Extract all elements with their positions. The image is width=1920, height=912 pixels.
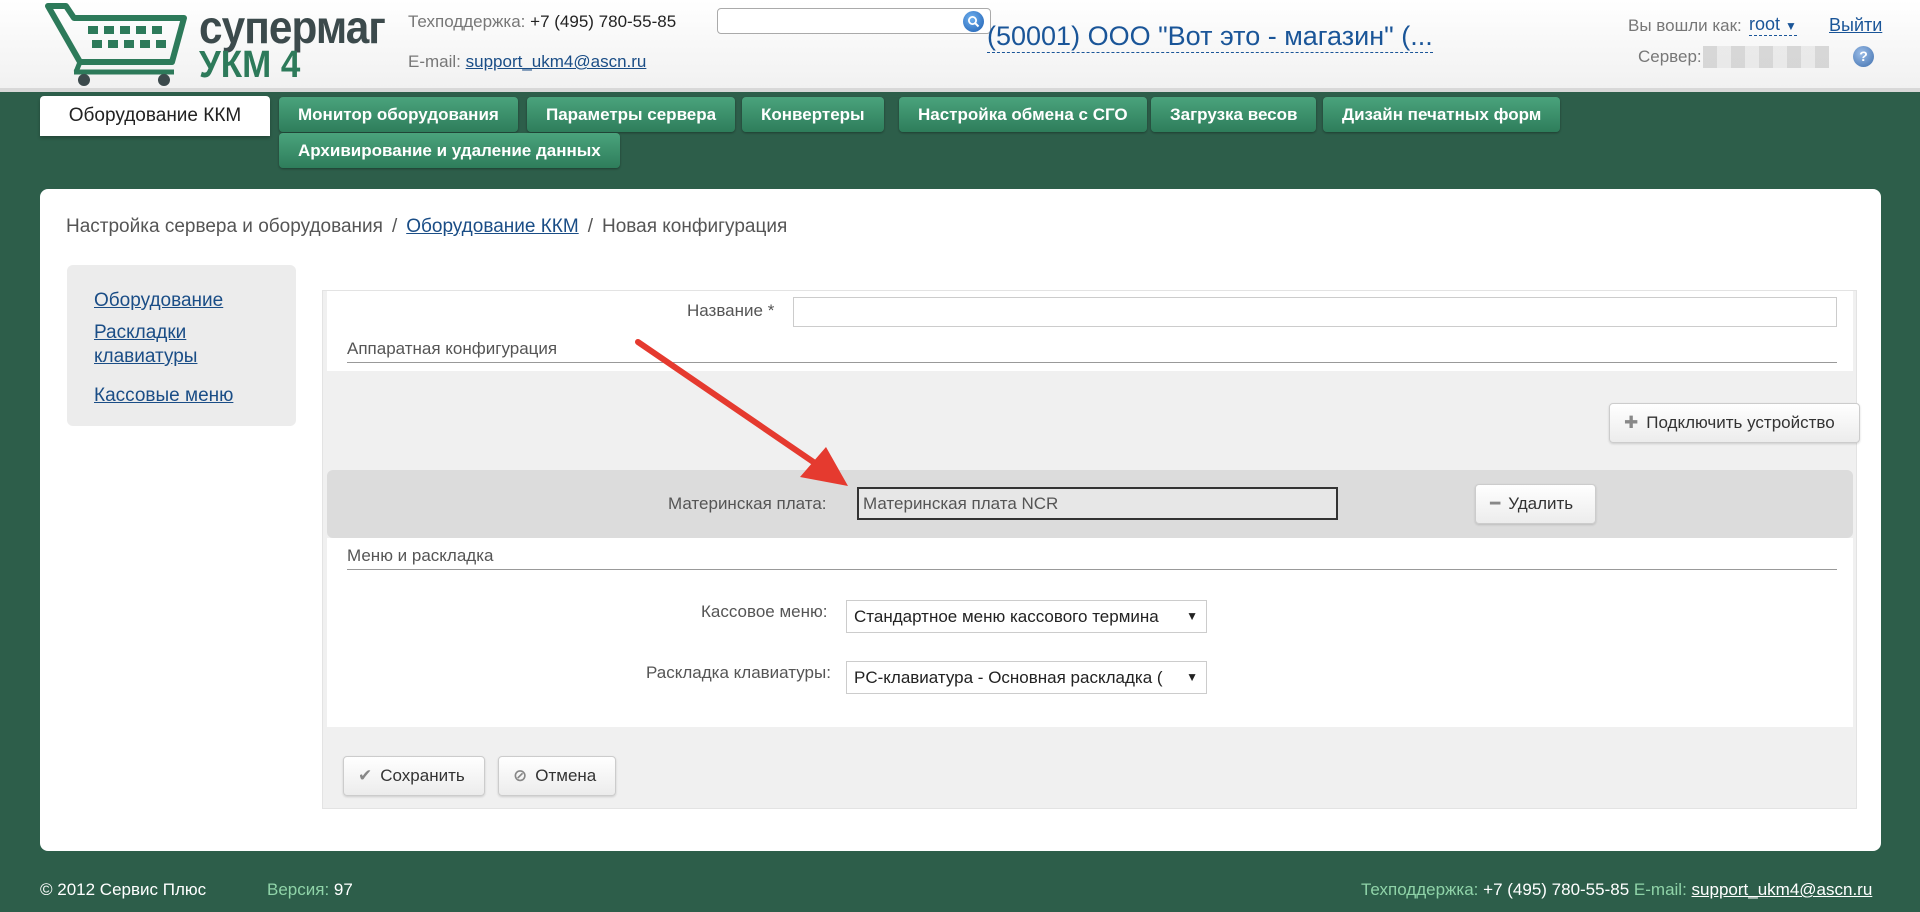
support-phone: Техподдержка: +7 (495) 780-55-85 <box>408 12 676 32</box>
footer-support-phone: +7 (495) 780-55-85 <box>1483 880 1630 899</box>
device-field[interactable]: Материнская плата NCR <box>857 487 1338 520</box>
cash-menu-value: Стандартное меню кассового термина <box>854 607 1159 626</box>
menu-section-title: Меню и раскладка <box>347 546 1837 570</box>
delete-device-button[interactable]: ━ Удалить <box>1475 484 1596 524</box>
sidebar: Оборудование Раскладки клавиатуры Кассов… <box>67 265 296 426</box>
device-row: Материнская плата: Материнская плата NCR… <box>327 470 1853 538</box>
name-input[interactable] <box>793 297 1837 327</box>
footer-support-label: Техподдержка: <box>1361 880 1479 899</box>
keyboard-label: Раскладка клавиатуры: <box>646 663 831 682</box>
footer-email-link[interactable]: support_ukm4@ascn.ru <box>1692 880 1873 899</box>
form-top-area: Название * Аппаратная конфигурация <box>327 291 1853 371</box>
name-label: Название * <box>687 301 775 320</box>
footer-email-label: E-mail: <box>1633 880 1687 899</box>
breadcrumb-separator: / <box>587 216 593 237</box>
tab-server-params[interactable]: Параметры сервера <box>527 97 736 132</box>
save-button[interactable]: ✔ Сохранить <box>343 756 485 796</box>
triangle-down-icon: ▼ <box>1785 19 1797 33</box>
cancel-button[interactable]: ⊘ Отмена <box>498 756 616 796</box>
breadcrumb-root: Настройка сервера и оборудования <box>66 216 383 237</box>
tab-sgo-exchange[interactable]: Настройка обмена с СГО <box>899 97 1147 132</box>
logout-link[interactable]: Выйти <box>1829 15 1882 36</box>
user-name: root <box>1749 14 1781 34</box>
triangle-down-icon: ▼ <box>1182 601 1198 632</box>
config-form: Название * Аппаратная конфигурация ✚ Под… <box>322 290 1860 809</box>
plus-icon: ✚ <box>1624 413 1639 432</box>
search-icon[interactable] <box>963 11 984 32</box>
breadcrumb: Настройка сервера и оборудования / Оборудо… <box>66 216 787 238</box>
header: супермаг УКМ 4 Техподдержка: +7 (495) 78… <box>0 0 1920 92</box>
user-menu[interactable]: root ▼ <box>1749 14 1797 36</box>
footer-copyright: © 2012 Сервис Плюс <box>40 880 206 900</box>
tab-print-design[interactable]: Дизайн печатных форм <box>1323 97 1561 132</box>
hw-section-title: Аппаратная конфигурация <box>347 339 1837 363</box>
menu-layout-area: Меню и раскладка Кассовое меню: Стандарт… <box>327 538 1853 727</box>
keyboard-select[interactable]: PC-клавиатура - Основная раскладка ( ▼ <box>846 661 1207 694</box>
connect-device-button[interactable]: ✚ Подключить устройство <box>1609 403 1860 443</box>
delete-label: Удалить <box>1508 494 1574 513</box>
breadcrumb-separator: / <box>391 216 398 237</box>
footer-support: Техподдержка: +7 (495) 780-55-85 E-mail:… <box>1361 880 1872 900</box>
email-label: E-mail: <box>408 52 461 71</box>
cash-menu-label: Кассовое меню: <box>701 602 828 621</box>
server-label: Сервер: <box>1638 47 1702 66</box>
logo[interactable]: супермаг УКМ 4 <box>44 0 386 88</box>
save-label: Сохранить <box>380 766 465 785</box>
support-email: E-mail: support_ukm4@ascn.ru <box>408 52 646 72</box>
tab-equipment-monitor[interactable]: Монитор оборудования <box>279 97 518 132</box>
triangle-down-icon: ▼ <box>1182 662 1198 693</box>
question-icon[interactable]: ? <box>1853 46 1874 67</box>
sidebar-item-cash-menus[interactable]: Кассовые меню <box>94 384 233 408</box>
cash-menu-select[interactable]: Стандартное меню кассового термина ▼ <box>846 600 1207 633</box>
breadcrumb-link-equipment[interactable]: Оборудование ККМ <box>406 216 578 237</box>
logo-subtitle: УКМ 4 <box>199 44 301 86</box>
tab-converters[interactable]: Конвертеры <box>742 97 884 132</box>
cart-icon <box>45 3 187 86</box>
search-input[interactable] <box>717 8 991 34</box>
tab-scales-upload[interactable]: Загрузка весов <box>1151 97 1317 132</box>
check-icon: ✔ <box>358 766 373 785</box>
tab-archive-delete[interactable]: Архивирование и удаление данных <box>279 133 620 168</box>
device-label: Материнская плата: <box>668 494 827 513</box>
main-panel: Настройка сервера и оборудования / Оборудо… <box>40 189 1881 851</box>
minus-icon: ━ <box>1490 494 1501 513</box>
support-phone-value: +7 (495) 780-55-85 <box>530 12 677 31</box>
version-value: 97 <box>333 880 353 899</box>
keyboard-value: PC-клавиатура - Основная раскладка ( <box>854 668 1163 687</box>
sidebar-item-equipment[interactable]: Оборудование <box>94 289 223 313</box>
server-name-redacted <box>1703 46 1829 68</box>
login-label: Вы вошли как: <box>1628 16 1742 35</box>
tab-equipment-kkm[interactable]: Оборудование ККМ <box>40 96 270 136</box>
version-label: Версия: <box>267 880 330 899</box>
copyright-text: © 2012 Сервис Плюс <box>40 880 207 899</box>
email-link[interactable]: support_ukm4@ascn.ru <box>466 52 647 71</box>
cancel-label: Отмена <box>535 766 597 785</box>
breadcrumb-current: Новая конфигурация <box>601 216 788 237</box>
footer-version: Версия: 97 <box>267 880 353 900</box>
support-label: Техподдержка: <box>408 12 526 31</box>
connect-device-label: Подключить устройство <box>1646 413 1835 432</box>
ban-icon: ⊘ <box>513 766 528 785</box>
company-selector[interactable]: (50001) ООО "Вот это - магазин" (... <box>987 20 1433 53</box>
sidebar-item-keyboard-layouts[interactable]: Раскладки клавиатуры <box>94 321 214 369</box>
